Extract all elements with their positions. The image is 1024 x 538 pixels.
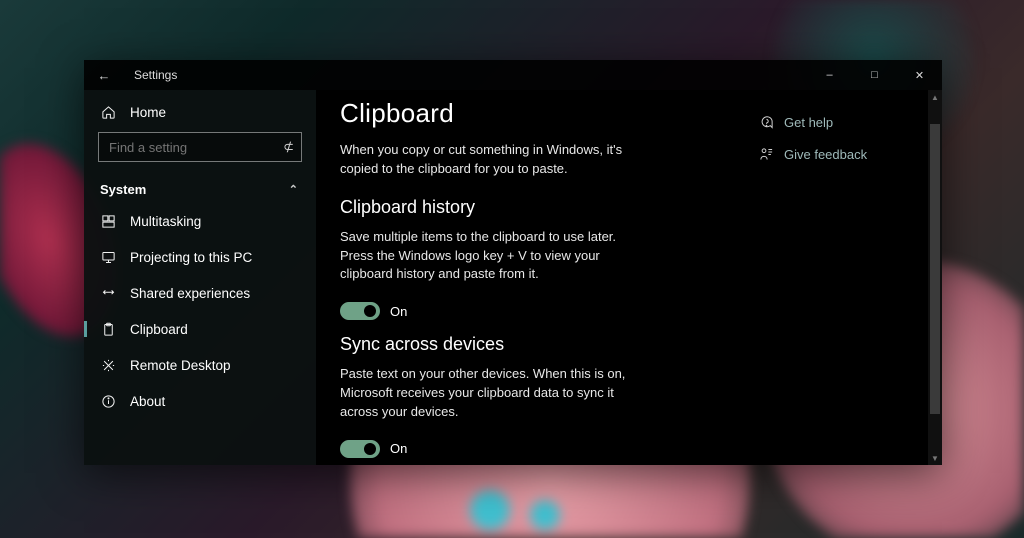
sidebar-section-label: System [100,182,146,197]
sidebar-item-multitask[interactable]: Multitasking [84,203,316,239]
minimize-button[interactable]: ‒ [807,60,852,90]
sidebar-item-label: Clipboard [130,322,188,337]
sidebar-item-label: About [130,394,165,409]
titlebar: ← Settings ‒ □ ✕ [84,60,942,90]
multitask-icon [100,213,116,229]
aside-pane: Get help Give feedback [752,90,942,465]
settings-window: ← Settings ‒ □ ✕ Home [84,60,942,465]
section-desc-sync: Paste text on your other devices. When t… [340,365,650,422]
arrow-left-icon: ← [98,68,111,83]
sidebar-item-project[interactable]: Projecting to this PC [84,239,316,275]
close-icon: ✕ [915,69,924,82]
project-icon [100,249,116,265]
scroll-up-icon[interactable]: ▲ [928,90,942,104]
about-icon [100,393,116,409]
sidebar-item-label: Home [130,105,166,120]
section-heading-history: Clipboard history [340,197,728,218]
sidebar-item-home[interactable]: Home [84,94,316,130]
aside-get-help[interactable]: Get help [752,110,930,142]
toggle-clipboard-history[interactable] [340,302,380,320]
page-title: Clipboard [340,98,728,129]
content-area: Clipboard When you copy or cut something… [316,90,942,465]
feedback-icon [758,146,774,162]
sidebar-item-label: Projecting to this PC [130,250,252,265]
sidebar: Home ⊄ System ⌃ MultitaskingProjecting t… [84,90,316,465]
aside-label: Give feedback [784,147,867,162]
aside-label: Get help [784,115,833,130]
minimize-icon: ‒ [826,69,832,81]
scroll-down-icon[interactable]: ▼ [928,451,942,465]
maximize-button[interactable]: □ [852,60,897,90]
section-desc-history: Save multiple items to the clipboard to … [340,228,650,285]
sidebar-item-clipboard[interactable]: Clipboard [84,311,316,347]
sidebar-item-about[interactable]: About [84,383,316,419]
maximize-icon: □ [871,69,878,81]
toggle-label-sync: On [390,441,407,456]
page-intro: When you copy or cut something in Window… [340,141,650,179]
help-icon [758,114,774,130]
toggle-sync-devices[interactable] [340,440,380,458]
close-button[interactable]: ✕ [897,60,942,90]
clipboard-icon [100,321,116,337]
home-icon [100,104,116,120]
sidebar-item-label: Remote Desktop [130,358,231,373]
main-pane: Clipboard When you copy or cut something… [316,90,752,465]
search-input[interactable] [98,132,302,162]
back-button[interactable]: ← [88,60,120,90]
chevron-up-icon: ⌃ [289,183,298,196]
sidebar-item-label: Shared experiences [130,286,250,301]
app-title: Settings [134,68,177,82]
remote-icon [100,357,116,373]
aside-give-feedback[interactable]: Give feedback [752,142,930,174]
sidebar-section-header[interactable]: System ⌃ [84,172,316,203]
scrollbar-thumb[interactable] [930,124,940,414]
sidebar-item-label: Multitasking [130,214,201,229]
section-heading-sync: Sync across devices [340,334,728,355]
toggle-label-history: On [390,304,407,319]
sidebar-item-remote[interactable]: Remote Desktop [84,347,316,383]
scrollbar-vertical[interactable]: ▲ ▼ [928,90,942,465]
share-icon [100,285,116,301]
sidebar-item-share[interactable]: Shared experiences [84,275,316,311]
